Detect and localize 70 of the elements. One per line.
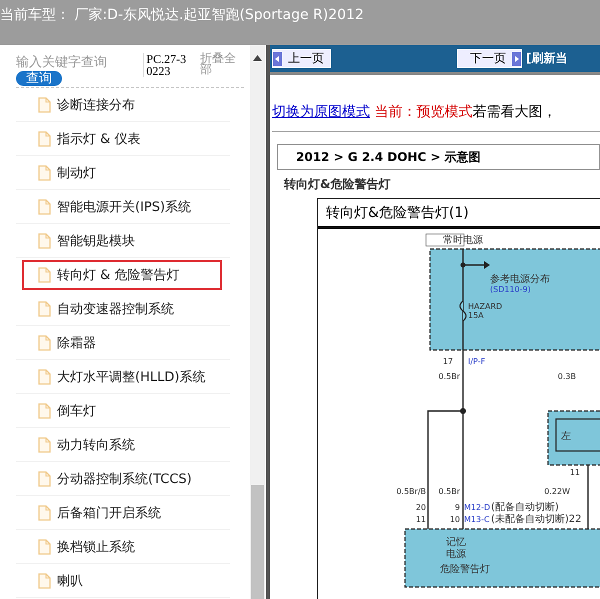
diagram-label: 0.3B bbox=[558, 372, 576, 381]
document-icon bbox=[38, 164, 51, 180]
diagram-label: M12-D bbox=[464, 503, 490, 512]
tree-item[interactable]: 自动变速器控制系统 bbox=[16, 292, 230, 326]
refresh-link[interactable]: [刷新当 bbox=[526, 50, 568, 67]
diagram-title: 转向灯&危险警告灯(1) bbox=[318, 199, 600, 229]
diagram-label: 20 bbox=[416, 503, 426, 512]
diagram-label: 15A bbox=[468, 311, 484, 320]
diagram-label: 0.5Br bbox=[438, 487, 460, 496]
diagram-label: 0.5Br/B bbox=[396, 487, 426, 496]
tree-item[interactable]: 指示灯 & 仪表 bbox=[16, 122, 230, 156]
current-mode-text: 当前：预览模式 bbox=[374, 104, 472, 120]
document-icon bbox=[38, 402, 51, 418]
tree-item[interactable]: 倒车灯 bbox=[16, 394, 230, 428]
tree-item[interactable]: 智能钥匙模块 bbox=[16, 224, 230, 258]
hint-text: 若需看大图， bbox=[472, 104, 556, 120]
diagram-label: (SD110-9) bbox=[490, 285, 531, 294]
tree-item[interactable]: 诊断连接分布 bbox=[16, 88, 230, 122]
previous-page-button[interactable]: 上一页 bbox=[272, 49, 331, 68]
tree-item[interactable]: 分动器控制系统(TCCS) bbox=[16, 462, 230, 496]
document-icon bbox=[38, 130, 51, 146]
breadcrumb-text: 2012 > G 2.4 DOHC > 示意图 bbox=[296, 148, 481, 166]
diagram-label: 9 bbox=[454, 503, 460, 512]
document-icon bbox=[38, 572, 51, 588]
diagram-label: M13-C bbox=[464, 515, 490, 524]
document-icon bbox=[38, 470, 51, 486]
tree-item[interactable]: 后备箱门开启系统 bbox=[16, 496, 230, 530]
tree-item[interactable]: 转向灯 & 危险警告灯 bbox=[22, 260, 222, 290]
document-icon bbox=[38, 198, 51, 214]
diagram-label: 参考电源分布 bbox=[490, 274, 550, 285]
original-mode-link[interactable]: 切换为原图模式 bbox=[272, 104, 370, 120]
tree-item[interactable]: 喇叭 bbox=[16, 564, 230, 598]
diagram-label: HAZARD bbox=[468, 302, 502, 311]
document-icon bbox=[38, 436, 51, 452]
document-icon bbox=[38, 504, 51, 520]
diagram-label: 17 bbox=[442, 357, 453, 366]
tree-item[interactable]: 智能电源开关(IPS)系统 bbox=[16, 190, 230, 224]
diagram-label: 11 bbox=[416, 515, 426, 524]
tree-item[interactable]: 大灯水平调整(HLLD)系统 bbox=[16, 360, 230, 394]
scroll-up-icon[interactable] bbox=[253, 55, 262, 61]
diagram-label: 10 bbox=[450, 515, 460, 524]
document-icon bbox=[38, 334, 51, 350]
tree-item[interactable]: 换档锁止系统 bbox=[16, 530, 230, 564]
section-title: 转向灯&危险警告灯 bbox=[284, 176, 392, 193]
scrollbar[interactable] bbox=[250, 45, 265, 599]
diagram-label: 危险警告灯 bbox=[440, 564, 490, 575]
diagram-label: 记忆 bbox=[446, 537, 466, 548]
tree-item[interactable]: 动力转向系统 bbox=[16, 428, 230, 462]
scrollbar-thumb[interactable] bbox=[251, 485, 264, 599]
document-icon bbox=[38, 267, 51, 283]
diagram-label: (配备自动切断) bbox=[491, 502, 559, 513]
document-icon bbox=[38, 232, 51, 248]
diagram-label: 电源 bbox=[446, 549, 466, 560]
diagram-label: 左 bbox=[561, 431, 571, 442]
search-button[interactable]: 查询 bbox=[16, 71, 62, 86]
vehicle-title: 当前车型： 厂家:D-东风悦达.起亚智跑(Sportage R)2012 bbox=[0, 6, 364, 24]
tree-item[interactable]: 除霜器 bbox=[16, 326, 230, 360]
document-icon bbox=[38, 300, 51, 316]
document-icon bbox=[38, 368, 51, 384]
code-text: PC.27-30223 bbox=[143, 53, 188, 77]
document-icon bbox=[38, 538, 51, 554]
diagram-label: I/P-F bbox=[468, 357, 486, 366]
diagram-label: 0.22W bbox=[544, 487, 570, 496]
diagram-label: 0.5Br bbox=[438, 372, 460, 381]
diagram-label: (未配备自动切断)22 bbox=[491, 514, 582, 525]
tree-item[interactable]: 制动灯 bbox=[16, 156, 230, 190]
diagram-label: 常时电源 bbox=[443, 235, 483, 246]
diagram-label: 11 bbox=[570, 468, 580, 477]
document-icon bbox=[38, 96, 51, 112]
next-page-button[interactable]: 下一页 bbox=[457, 49, 522, 68]
